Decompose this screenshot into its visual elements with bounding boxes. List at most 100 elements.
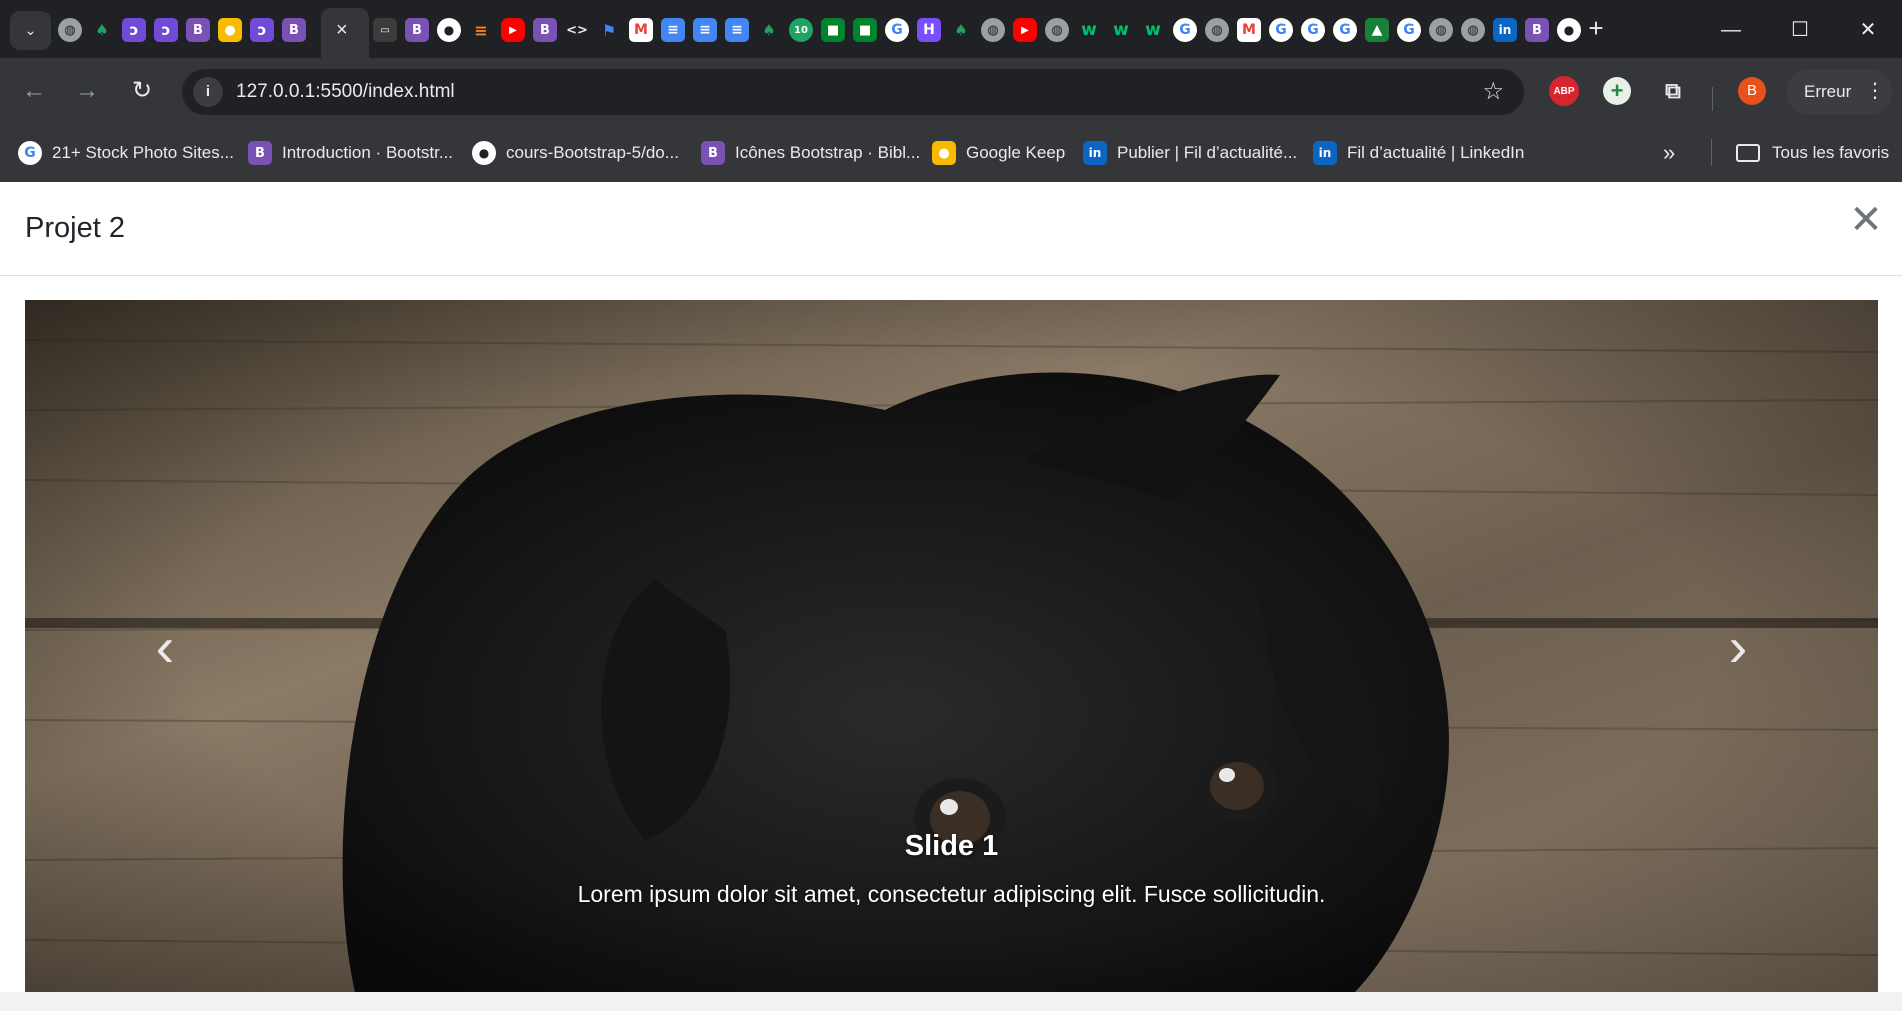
docs-icon[interactable]: ≡ [725, 18, 749, 42]
avatar[interactable]: B [1738, 77, 1766, 105]
github-icon[interactable]: ● [437, 18, 461, 42]
keep-icon[interactable]: ● [218, 18, 242, 42]
google-icon[interactable]: G [1301, 18, 1325, 42]
tab-search-button[interactable]: ⌄ [10, 11, 51, 50]
stackoverflow-icon[interactable]: ≡ [469, 18, 493, 42]
globe-icon[interactable]: ◍ [981, 18, 1005, 42]
elephant-icon[interactable]: ♠ [949, 18, 973, 42]
google-icon[interactable]: G [1173, 18, 1197, 42]
w-icon[interactable]: w [1077, 18, 1101, 42]
flag-icon[interactable]: ⚑ [597, 18, 621, 42]
bookmark-item[interactable]: in Publier | Fil d’actualité... [1083, 138, 1297, 168]
w-icon[interactable]: w [1109, 18, 1133, 42]
new-tab-button[interactable]: + [1582, 14, 1610, 42]
bookmarks-overflow-icon[interactable]: » [1663, 138, 1675, 168]
bootstrap-icon[interactable]: B [405, 18, 429, 42]
bookmark-item[interactable]: ● cours-Bootstrap-5/do... [472, 138, 679, 168]
gmail-icon[interactable]: M [1237, 18, 1261, 42]
bookmark-label: Icônes Bootstrap · Bibl... [735, 143, 921, 162]
forward-icon[interactable]: → [71, 75, 103, 107]
google-icon[interactable]: G [1397, 18, 1421, 42]
keep-icon: ● [932, 141, 956, 165]
bookmark-item[interactable]: B Icônes Bootstrap · Bibl... [701, 138, 920, 168]
bookmarks-divider [1711, 139, 1712, 166]
youtube-icon[interactable]: ▶ [501, 18, 525, 42]
maximize-icon[interactable]: ☐ [1785, 15, 1815, 45]
globe-icon[interactable]: ◍ [58, 18, 82, 42]
extensions-icon[interactable]: ⧉ [1658, 76, 1688, 106]
meet-icon[interactable]: ■ [853, 18, 877, 42]
chevron-right-icon: › [1728, 614, 1748, 678]
bookmark-item[interactable]: G 21+ Stock Photo Sites... [18, 138, 234, 168]
site-info-icon[interactable]: i [193, 77, 223, 107]
elephant-icon[interactable]: ♠ [90, 18, 114, 42]
elephant-icon[interactable]: ♠ [757, 18, 781, 42]
bootstrap-icon[interactable]: B [186, 18, 210, 42]
all-bookmarks-label: Tous les favoris [1772, 143, 1890, 162]
bookmark-label: cours-Bootstrap-5/do... [506, 143, 679, 162]
github-icon[interactable]: ● [1557, 18, 1581, 42]
globe-icon[interactable]: ◍ [1429, 18, 1453, 42]
gmail-icon[interactable]: M [629, 18, 653, 42]
adblock-icon[interactable]: ABP [1549, 76, 1579, 106]
address-bar[interactable]: i 127.0.0.1:5500/index.html ☆ [182, 69, 1524, 115]
h-icon[interactable]: H [917, 18, 941, 42]
docs-icon[interactable]: ≡ [661, 18, 685, 42]
bookmark-star-icon[interactable]: ☆ [1482, 78, 1504, 106]
linkedin-icon[interactable]: in [1493, 18, 1517, 42]
all-bookmarks-button[interactable]: Tous les favoris [1736, 138, 1889, 168]
linkedin-icon: in [1083, 141, 1107, 165]
chevron-down-icon: ⌄ [24, 22, 37, 38]
c-icon[interactable]: ↄ [154, 18, 178, 42]
globe-icon[interactable]: ◍ [1461, 18, 1485, 42]
bootstrap-icon[interactable]: B [533, 18, 557, 42]
classroom-icon[interactable]: ▲ [1365, 18, 1389, 42]
bootstrap-icon[interactable]: B [282, 18, 306, 42]
toolbar: ← → ↻ i 127.0.0.1:5500/index.html ☆ ABP … [0, 58, 1902, 124]
bookmark-item[interactable]: ● Google Keep [932, 138, 1065, 168]
bookmark-item[interactable]: B Introduction · Bootstr... [248, 138, 453, 168]
docs-icon[interactable]: ≡ [693, 18, 717, 42]
code-icon[interactable]: <> [565, 18, 589, 42]
tab-close-icon[interactable]: × [336, 20, 348, 40]
toolbar-divider [1712, 87, 1713, 111]
url-text[interactable]: 127.0.0.1:5500/index.html [236, 81, 455, 103]
counter-icon[interactable]: 10 [789, 18, 813, 42]
meet-icon[interactable]: ■ [821, 18, 845, 42]
c-icon[interactable]: ↄ [122, 18, 146, 42]
slide-title: Slide 1 [904, 830, 999, 862]
modal-close-button[interactable]: ✕ [1848, 200, 1884, 240]
linkedin-icon: in [1313, 141, 1337, 165]
reload-icon[interactable]: ↻ [126, 75, 158, 107]
google-icon[interactable]: G [1333, 18, 1357, 42]
globe-icon[interactable]: ◍ [1205, 18, 1229, 42]
bookmark-label: Google Keep [966, 143, 1066, 162]
globe-icon[interactable]: ◍ [1045, 18, 1069, 42]
bookmarks-bar: G 21+ Stock Photo Sites... B Introductio… [0, 124, 1902, 182]
active-tab[interactable]: × [321, 8, 369, 58]
back-icon[interactable]: ← [18, 75, 50, 107]
modal-header: Projet 2 ✕ [0, 182, 1902, 276]
bookmark-item[interactable]: in Fil d’actualité | LinkedIn [1313, 138, 1524, 168]
github-icon: ● [472, 141, 496, 165]
minimize-icon[interactable]: — [1716, 15, 1746, 45]
more-menu-icon[interactable]: ⋮ [1865, 79, 1885, 103]
bookmark-label: Introduction · Bootstr... [282, 143, 454, 162]
terminal-icon[interactable]: ▭ [373, 18, 397, 42]
bookmark-label: 21+ Stock Photo Sites... [52, 143, 234, 162]
google-icon[interactable]: G [1269, 18, 1293, 42]
w-icon[interactable]: w [1141, 18, 1165, 42]
image-carousel: ‹ › Slide 1 Lorem ipsum dolor sit amet, … [25, 300, 1878, 992]
folder-icon [1736, 144, 1760, 162]
profile-error-button[interactable]: Erreur ⋮ [1787, 69, 1892, 115]
profile-error-label: Erreur [1804, 82, 1852, 101]
c-icon[interactable]: ↄ [250, 18, 274, 42]
bootstrap-icon: B [701, 141, 725, 165]
window-close-icon[interactable]: ✕ [1853, 15, 1883, 45]
tab-strip: ⌄ ◍ ♠ ↄ ↄ B ● ↄ B × ▭ B ● ≡ ▶ B <> ⚑ M ≡… [0, 0, 1902, 58]
chevron-left-icon: ‹ [155, 614, 175, 678]
bootstrap-icon[interactable]: B [1525, 18, 1549, 42]
add-extension-icon[interactable]: + [1603, 77, 1631, 105]
google-icon[interactable]: G [885, 18, 909, 42]
youtube-icon[interactable]: ▶ [1013, 18, 1037, 42]
